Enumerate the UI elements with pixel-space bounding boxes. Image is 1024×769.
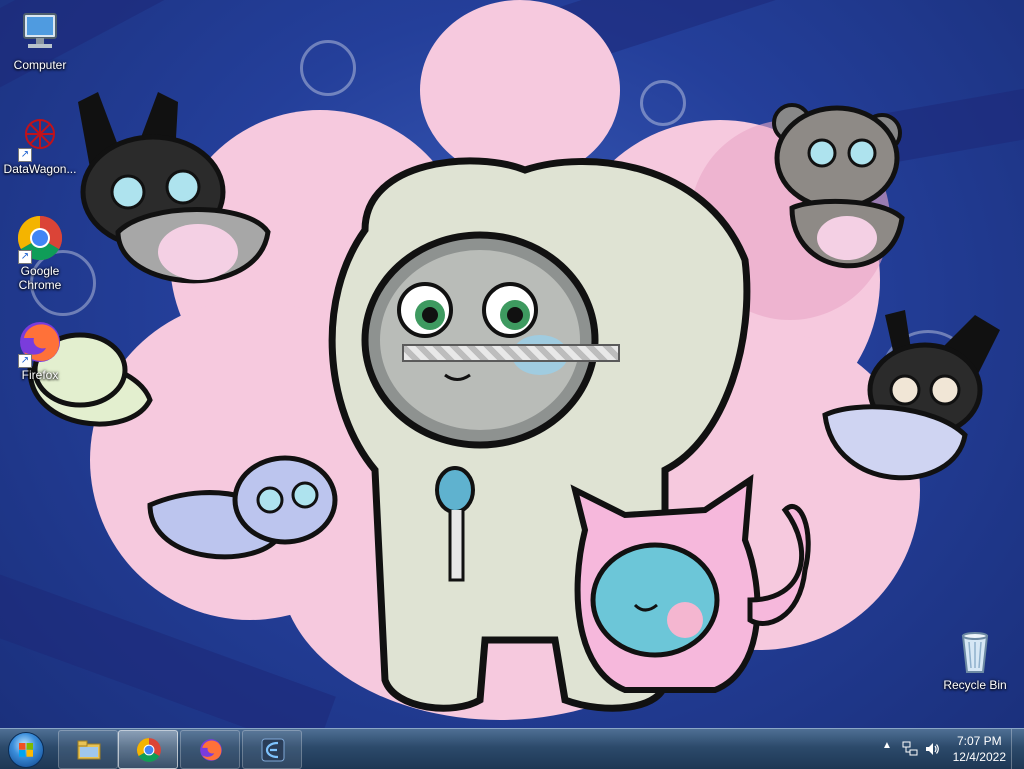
clock-time: 7:07 PM [956, 734, 1002, 748]
desktop-icon-label: Google Chrome [18, 264, 62, 292]
bunny-character-right [822, 310, 1000, 481]
blue-bear-character [147, 455, 338, 560]
desktop-icon-firefox[interactable]: ↗ Firefox [0, 318, 80, 382]
progress-bar [402, 344, 620, 362]
progress-bar-fill [404, 346, 618, 360]
app-icon [261, 738, 285, 762]
recycle-bin-icon [951, 628, 999, 676]
bunny-character-left [78, 92, 271, 284]
desktop-icon-computer[interactable]: Computer [0, 8, 80, 72]
desktop-icon-recycle-bin[interactable]: Recycle Bin [935, 628, 1015, 692]
desktop-wallpaper [0, 0, 1024, 728]
clock[interactable]: 7:07 PM 12/4/2022 [953, 733, 1006, 765]
firefox-icon: ↗ [16, 318, 64, 368]
firefox-icon [200, 739, 222, 761]
chrome-icon [137, 738, 161, 762]
taskbar: ▲ 7:07 PM 12/4/2022 [0, 728, 1024, 769]
show-hidden-icons-icon[interactable]: ▲ [882, 740, 892, 751]
desktop-icon-label: Firefox [21, 368, 59, 382]
computer-icon [16, 8, 64, 56]
chrome-icon: ↗ [16, 214, 64, 264]
network-icon[interactable] [902, 741, 918, 757]
desktop-icon-google-chrome[interactable]: ↗ Google Chrome [0, 214, 80, 292]
start-button[interactable] [4, 730, 48, 768]
taskbar-button-firefox[interactable] [180, 730, 240, 769]
clock-date: 12/4/2022 [952, 750, 1006, 764]
pink-cat-character [570, 474, 811, 693]
shortcut-arrow-icon: ↗ [18, 250, 32, 264]
shortcut-arrow-icon: ↗ [18, 148, 32, 162]
shortcut-arrow-icon: ↗ [18, 354, 32, 368]
desktop-icon-datawagon[interactable]: ↗ DataWagon... [0, 112, 80, 176]
desktop-icon-label: Recycle Bin [943, 678, 1007, 692]
windows-logo-icon [8, 732, 44, 768]
volume-icon[interactable] [924, 741, 940, 757]
grey-bear-character [772, 103, 905, 269]
taskbar-button-chrome[interactable] [118, 730, 178, 769]
taskbar-button-file-explorer[interactable] [58, 730, 118, 769]
desktop-icon-label: Computer [13, 58, 67, 72]
datawagon-icon: ↗ [16, 112, 64, 162]
folder-icon [77, 740, 101, 760]
system-tray: ▲ 7:07 PM 12/4/2022 [864, 729, 1024, 769]
taskbar-button-app[interactable] [242, 730, 302, 769]
desktop-icon-label: DataWagon... [3, 162, 77, 176]
show-desktop-button[interactable] [1011, 729, 1024, 769]
